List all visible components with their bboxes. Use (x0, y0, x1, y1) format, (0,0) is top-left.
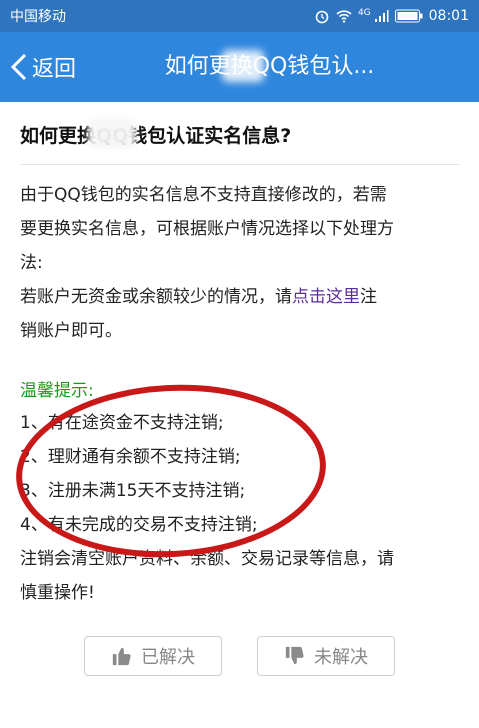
network-type: 4G (357, 8, 371, 18)
signal-icon (374, 10, 389, 22)
title-redaction (222, 50, 264, 82)
paragraph-line-text: 要更换实名信息，可根据账户情况选择以下处理方 (20, 219, 394, 239)
battery-icon (394, 9, 423, 23)
unsolved-label: 未解决 (314, 647, 368, 668)
tip-item: 1、有在途资金不支持注销; (20, 413, 224, 433)
paragraph-line: 由于QQ钱包的实名信息不支持直接修改的，若需 (20, 180, 387, 205)
article-heading: 如何更换QQ钱包认证实名信息? (20, 125, 292, 147)
annotation-circle (11, 377, 331, 565)
cancel-prefix: 若账户无资金或余额较少的情况，请 (20, 287, 292, 307)
thumbs-down-icon (285, 646, 304, 665)
alarm-icon (315, 10, 329, 24)
thumbs-up-icon (112, 647, 131, 666)
solved-button[interactable]: 已解决 (84, 636, 222, 676)
warning-line: 慎重操作! (20, 583, 95, 603)
cancel-suffix: 注 (360, 287, 377, 307)
unsolved-button[interactable]: 未解决 (257, 636, 395, 676)
paragraph-line-text: 由于QQ钱包的实名信息不支持直接修改的，若需 (20, 185, 387, 205)
tip-item: 2、理财通有余额不支持注销; (20, 447, 241, 467)
warning-line: 注销会清空账户资料、余额、交易记录等信息，请 (20, 549, 394, 569)
paragraph-line: 法: (20, 248, 43, 273)
cancel-instruction: 若账户无资金或余额较少的情况，请点击这里注 (20, 282, 377, 307)
solved-label: 已解决 (141, 647, 195, 668)
tip-title: 温馨提示: (20, 381, 94, 401)
clock: 08:01 (428, 8, 469, 24)
wifi-icon (336, 10, 352, 23)
status-icons: 4G 08:01 (314, 8, 469, 24)
cancel-instruction-line2: 销账户即可。 (20, 321, 122, 341)
tip-item: 4、有未完成的交易不支持注销; (20, 515, 258, 535)
heading-redaction (88, 118, 136, 148)
divider (20, 164, 459, 165)
paragraph-line-text: 法: (20, 253, 43, 273)
click-here-link[interactable]: 点击这里 (292, 287, 360, 307)
carrier-name: 中国移动 (10, 9, 66, 25)
status-bar: 中国移动 4G 08:01 (0, 0, 479, 32)
tip-item: 3、注册未满15天不支持注销; (20, 481, 246, 501)
paragraph-line: 要更换实名信息，可根据账户情况选择以下处理方 (20, 214, 394, 239)
